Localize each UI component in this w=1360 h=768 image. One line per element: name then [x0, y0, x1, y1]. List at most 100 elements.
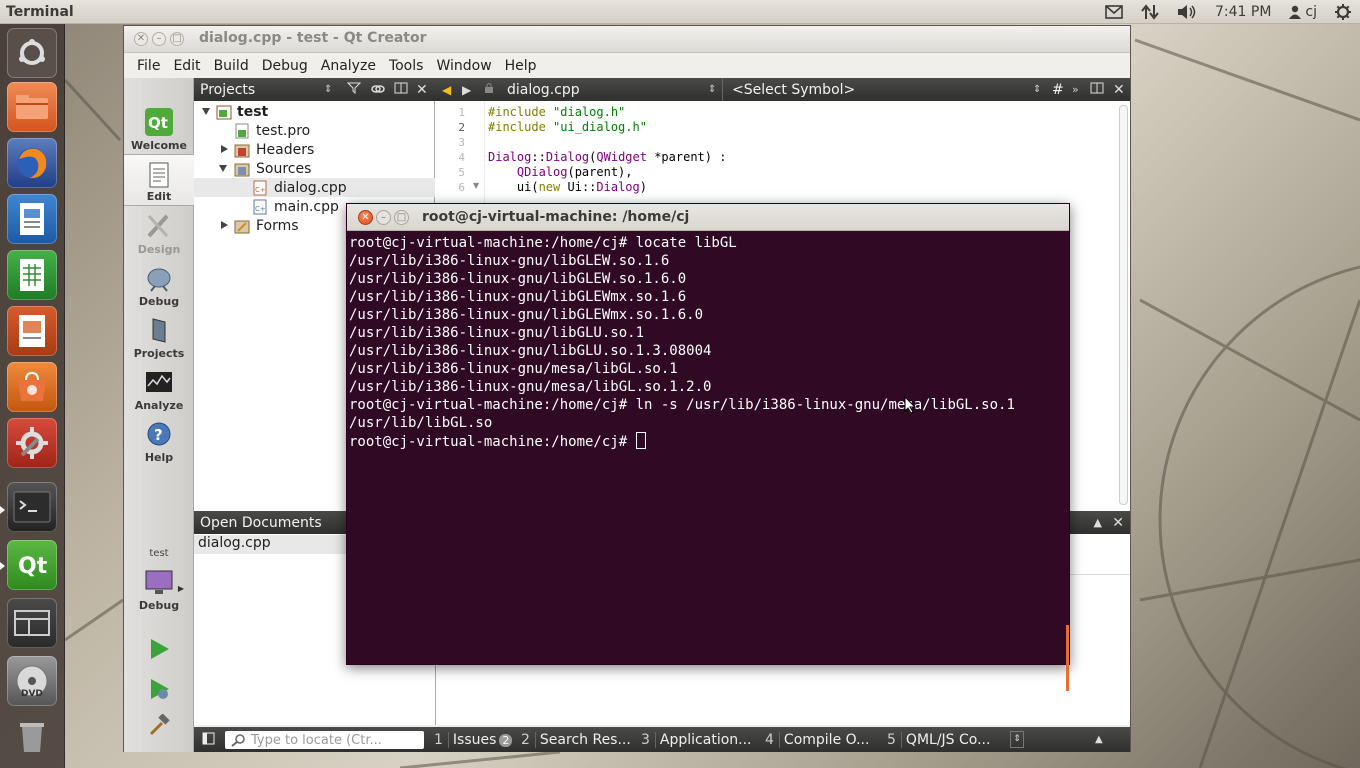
software-center-icon[interactable]: [7, 362, 57, 412]
close-pane-icon[interactable]: ✕: [1112, 515, 1124, 531]
calc-icon[interactable]: [7, 250, 57, 300]
menu-build[interactable]: Build: [214, 58, 249, 74]
mode-design[interactable]: Design: [124, 206, 194, 258]
firefox-icon[interactable]: [7, 138, 57, 188]
kit-selector[interactable]: Debug ▶: [124, 562, 194, 614]
mode-welcome[interactable]: Qt Welcome: [124, 102, 194, 154]
terminal-output[interactable]: root@cj-virtual-machine:/home/cj# locate…: [347, 231, 1069, 691]
cpp-file-icon: C+: [253, 180, 267, 196]
run-icon[interactable]: [148, 638, 170, 664]
tree-item-headers[interactable]: Headers: [194, 140, 435, 159]
tree-item-test-pro[interactable]: test.pro: [194, 121, 435, 140]
user-menu[interactable]: cj: [1289, 4, 1317, 20]
bug-icon: [147, 268, 171, 292]
tab-issues[interactable]: 1 Issues 2: [434, 730, 513, 750]
help-icon: ?: [147, 422, 171, 446]
maximize-pane-icon[interactable]: ▲: [1094, 516, 1102, 529]
cpp-file-icon: C+: [253, 199, 267, 215]
menu-edit[interactable]: Edit: [173, 58, 200, 74]
mode-analyze[interactable]: Analyze: [124, 362, 194, 414]
tab-search-results[interactable]: 2 Search Res...: [521, 730, 631, 750]
menu-window[interactable]: Window: [436, 58, 491, 74]
svg-text:DVD: DVD: [21, 689, 43, 699]
terminal-line: /usr/lib/i386-linux-gnu/libGLU.so.1: [349, 325, 645, 341]
menu-help[interactable]: Help: [505, 58, 537, 74]
terminal-line: /usr/lib/i386-linux-gnu/libGLEWmx.so.1.6…: [349, 307, 704, 323]
tab-compile-output[interactable]: 4 Compile O...: [765, 730, 869, 750]
fold-arrow-icon[interactable]: ▼: [473, 181, 479, 190]
trash-icon[interactable]: [7, 710, 57, 760]
more-tabs-chevron-icon[interactable]: ⇕: [1010, 731, 1024, 748]
collapse-arrow-icon: [221, 145, 228, 153]
terminal-scrollbar[interactable]: [1066, 625, 1069, 691]
expand-arrow-icon: [219, 165, 227, 172]
network-icon[interactable]: [1141, 4, 1159, 20]
tab-qml-js-console[interactable]: 5 QML/JS Co...: [887, 730, 990, 750]
window-title: dialog.cpp - test - Qt Creator: [199, 30, 427, 46]
workspace-switcher-icon[interactable]: [7, 598, 57, 648]
minimize-icon[interactable]: –: [376, 210, 391, 225]
build-hammer-icon[interactable]: [148, 713, 170, 740]
terminal-icon[interactable]: [7, 482, 57, 532]
close-icon[interactable]: ✕: [134, 32, 148, 46]
close-icon[interactable]: ✕: [358, 210, 373, 225]
maximize-icon[interactable]: □: [170, 32, 184, 46]
symbol-combo-chevron-icon[interactable]: ⇕: [1033, 84, 1041, 95]
view-select-chevron-icon[interactable]: ⇕: [324, 84, 332, 95]
qt-creator-icon[interactable]: Qt: [7, 540, 57, 590]
text-cursor: [635, 432, 646, 449]
toggle-sidebar-icon[interactable]: [202, 732, 215, 749]
terminal-line: /usr/lib/i386-linux-gnu/libGLU.so.1.3.08…: [349, 343, 712, 359]
projects-pane-header: Projects ⇕ ✕: [194, 78, 435, 101]
debug-run-icon[interactable]: [148, 678, 170, 704]
impress-icon[interactable]: [7, 306, 57, 356]
filter-icon[interactable]: [346, 82, 362, 98]
dash-home-icon[interactable]: [7, 28, 57, 78]
terminal-line: /usr/lib/i386-linux-gnu/libGLEW.so.1.6.0: [349, 271, 687, 287]
menu-tools[interactable]: Tools: [389, 58, 424, 74]
split-icon[interactable]: [394, 82, 408, 98]
link-icon[interactable]: [371, 82, 385, 98]
maximize-icon[interactable]: □: [394, 210, 409, 225]
mode-projects[interactable]: Projects: [124, 310, 194, 362]
editor-scrollbar[interactable]: [1119, 105, 1128, 505]
terminal-window: ✕ – □ root@cj-virtual-machine: /home/cj …: [346, 203, 1070, 691]
mail-icon[interactable]: [1105, 5, 1123, 19]
forward-arrow-icon[interactable]: ▶: [462, 83, 471, 97]
hash-button[interactable]: #: [1052, 82, 1064, 98]
tree-item-dialog-cpp[interactable]: C+ dialog.cpp: [194, 178, 435, 197]
show-output-icon[interactable]: ▲: [1095, 734, 1103, 745]
writer-icon[interactable]: [7, 194, 57, 244]
close-editor-icon[interactable]: ✕: [1113, 82, 1125, 98]
back-arrow-icon[interactable]: ◀: [442, 83, 451, 97]
clock[interactable]: 7:41 PM: [1215, 4, 1271, 20]
editor-file-combo[interactable]: dialog.cpp: [507, 82, 580, 98]
close-pane-icon[interactable]: ✕: [416, 82, 428, 98]
menu-debug[interactable]: Debug: [262, 58, 308, 74]
menu-file[interactable]: File: [137, 58, 160, 74]
projects-pane-title: Projects: [200, 81, 256, 98]
mode-edit[interactable]: Edit: [124, 154, 194, 206]
tree-item-sources[interactable]: Sources: [194, 159, 435, 178]
symbol-combo[interactable]: <Select Symbol>: [732, 82, 855, 98]
volume-icon[interactable]: [1177, 4, 1197, 20]
user-icon: [1289, 5, 1302, 19]
more-icon[interactable]: »: [1072, 83, 1079, 96]
gear-icon[interactable]: [1335, 4, 1351, 20]
tree-item-project[interactable]: test: [194, 102, 435, 121]
terminal-prompt-line[interactable]: root@cj-virtual-machine:/home/cj#: [349, 432, 1067, 450]
mode-help[interactable]: ? Help: [124, 414, 194, 466]
svg-text:Qt: Qt: [148, 114, 168, 132]
split-editor-icon[interactable]: [1090, 82, 1104, 98]
tab-application-output[interactable]: 3 Application...: [641, 730, 752, 750]
minimize-icon[interactable]: –: [152, 32, 166, 46]
menu-analyze[interactable]: Analyze: [321, 58, 376, 74]
file-combo-chevron-icon[interactable]: ⇕: [708, 84, 716, 95]
dvd-icon[interactable]: DVD: [7, 656, 57, 706]
system-settings-icon[interactable]: [7, 418, 57, 468]
terminal-line: root@cj-virtual-machine:/home/cj# ln -s …: [349, 397, 1015, 413]
locator-input[interactable]: Type to locate (Ctr...: [225, 731, 424, 749]
analyze-icon: [146, 372, 172, 392]
mode-debug[interactable]: Debug: [124, 258, 194, 310]
files-icon[interactable]: [7, 82, 57, 132]
